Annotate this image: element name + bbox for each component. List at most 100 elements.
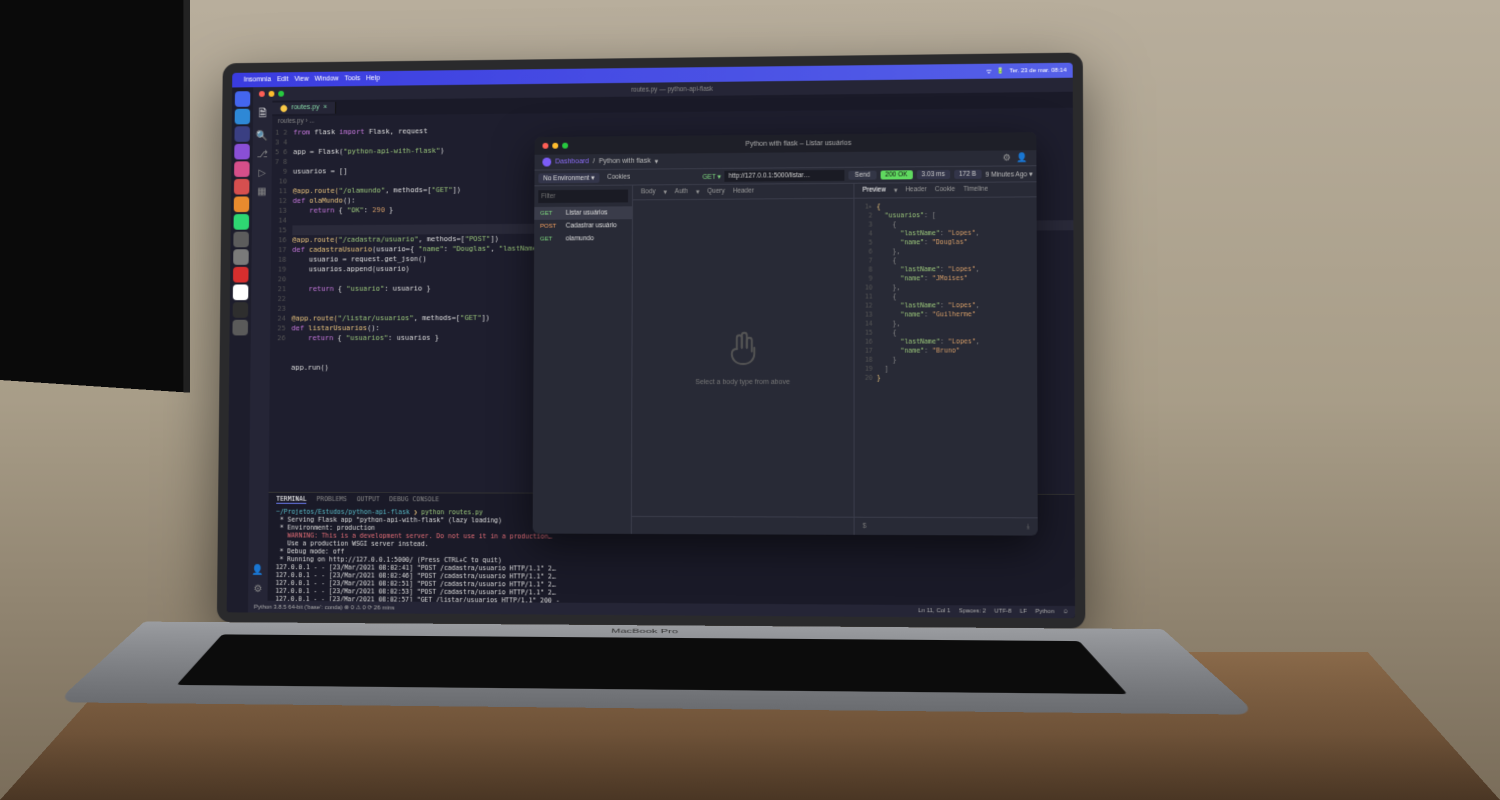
dock-app3[interactable] — [234, 126, 250, 142]
response-footer: $ ⤓ — [855, 517, 1038, 536]
request-label: Cadastrar usuário — [566, 222, 617, 229]
time-badge: 3.03 ms — [916, 170, 949, 179]
dock-app6[interactable] — [234, 179, 250, 195]
gear-icon[interactable]: ⚙ — [254, 584, 263, 595]
gear-icon[interactable]: ⚙ — [1003, 152, 1011, 163]
dock-app7[interactable] — [234, 196, 250, 212]
mb-tools[interactable]: Tools — [344, 75, 360, 82]
status-lang[interactable]: Python — [1035, 609, 1054, 615]
status-smile[interactable]: ☺ — [1063, 609, 1069, 615]
chevron-down-icon: ▾ — [664, 188, 667, 196]
dock-app11[interactable] — [233, 267, 249, 283]
wifi-icon[interactable]: ᯤ — [986, 67, 992, 75]
request-sidebar: GET Listar usuários POST Cadastrar usuár… — [533, 186, 633, 534]
prompt-icon[interactable]: $ — [863, 523, 867, 530]
method-tag: POST — [540, 223, 562, 229]
method-tag: GET — [540, 236, 562, 242]
chevron-down-icon[interactable]: ▾ — [655, 157, 659, 165]
dock-safari[interactable] — [235, 109, 251, 125]
tab-body[interactable]: Body — [641, 188, 656, 196]
dock-app13[interactable] — [233, 302, 249, 318]
download-icon[interactable]: ⤓ — [1027, 523, 1030, 531]
laptop-label: MacBook Pro — [611, 628, 678, 635]
extensions-icon[interactable]: ▦ — [257, 187, 266, 198]
status-eol[interactable]: LF — [1020, 609, 1027, 615]
request-label: olamundo — [566, 235, 594, 242]
tab-resp-header[interactable]: Header — [905, 186, 927, 194]
method-selector[interactable]: GET ▾ — [703, 172, 721, 180]
mb-help[interactable]: Help — [366, 75, 380, 82]
filter-input[interactable] — [538, 190, 628, 204]
chevron-down-icon: ▾ — [894, 186, 897, 194]
cookies-button[interactable]: Cookies — [607, 174, 630, 181]
request-listar-usuarios[interactable]: GET Listar usuários — [534, 206, 632, 220]
tab-timeline[interactable]: Timeline — [963, 186, 988, 194]
response-tabs: Preview ▾ Header Cookie Timeline — [854, 182, 1036, 198]
user-icon[interactable]: 👤 — [1017, 152, 1028, 163]
status-enc[interactable]: UTF-8 — [994, 609, 1011, 615]
status-ln[interactable]: Ln 11, Col 1 — [918, 608, 951, 614]
tab-output[interactable]: OUTPUT — [357, 495, 380, 504]
tab-auth[interactable]: Auth — [675, 188, 688, 196]
send-button[interactable]: Send — [849, 171, 876, 180]
explorer-icon[interactable]: 🗎 — [259, 107, 267, 124]
chevron-down-icon: ▾ — [696, 188, 699, 196]
mb-view[interactable]: View — [294, 76, 309, 83]
response-body[interactable]: 1▸ 2 3 4 5 6 7 8 9 10 11 12 13 14 15 16 … — [854, 197, 1037, 517]
response-panel: Preview ▾ Header Cookie Timeline 1▸ 2 3 4… — [854, 182, 1037, 535]
menubar-app-name[interactable]: Insomnia — [244, 76, 271, 83]
dock-spotify[interactable] — [234, 214, 250, 230]
env-selector[interactable]: No Environment ▾ — [538, 172, 599, 182]
tab-header[interactable]: Header — [733, 188, 754, 196]
search-icon[interactable]: 🔍 — [256, 131, 268, 142]
history-dropdown[interactable]: 9 Minutes Ago ▾ — [985, 170, 1032, 178]
request-olamundo[interactable]: GET olamundo — [534, 232, 632, 245]
status-left[interactable]: Python 3.8.5 64-bit ('base': conda) ⊗ 0 … — [254, 603, 395, 611]
crumb-dashboard[interactable]: Dashboard — [555, 158, 589, 165]
laptop: Insomnia Edit View Window Tools Help ᯤ 🔋… — [215, 51, 1179, 783]
mb-window[interactable]: Window — [315, 76, 339, 83]
tab-cookie[interactable]: Cookie — [935, 186, 955, 194]
dock-app5[interactable] — [234, 161, 250, 177]
crumb-workspace[interactable]: Python with flask — [599, 158, 651, 165]
close-icon[interactable] — [259, 91, 265, 97]
dock-finder[interactable] — [235, 91, 251, 107]
tab-terminal[interactable]: TERMINAL — [276, 495, 307, 504]
account-icon[interactable]: 👤 — [252, 565, 264, 576]
method-tag: GET — [540, 210, 562, 216]
status-spaces[interactable]: Spaces: 2 — [959, 608, 986, 614]
insomnia-logo-icon[interactable] — [542, 158, 551, 167]
debug-icon[interactable]: ▷ — [258, 168, 266, 179]
ins-maximize-icon[interactable] — [562, 143, 568, 149]
url-input[interactable] — [725, 170, 845, 182]
request-label: Listar usuários — [566, 209, 608, 216]
ins-minimize-icon[interactable] — [552, 143, 558, 149]
dock-app10[interactable] — [233, 249, 249, 265]
git-icon[interactable]: ⎇ — [257, 149, 268, 160]
hand-icon — [723, 329, 763, 371]
battery-icon[interactable]: 🔋 — [997, 68, 1005, 75]
mb-edit[interactable]: Edit — [277, 76, 289, 83]
request-cadastrar-usuario[interactable]: POST Cadastrar usuário — [534, 219, 632, 233]
menubar-clock[interactable]: Ter. 23 de mar. 08:14 — [1009, 67, 1066, 74]
placeholder-text: Select a body type from above — [695, 379, 790, 386]
dock-app4[interactable] — [234, 144, 250, 160]
dock-app9[interactable] — [233, 232, 249, 248]
tab-close-icon[interactable]: × — [323, 104, 327, 112]
tab-problems[interactable]: PROBLEMS — [316, 495, 347, 504]
maximize-icon[interactable] — [278, 91, 284, 97]
dock-app12[interactable] — [233, 284, 249, 300]
gutter-lines: 1 2 3 4 5 6 7 8 9 10 11 12 13 14 15 16 1… — [275, 129, 288, 342]
laptop-keyboard — [177, 634, 1128, 694]
tab-debug-console[interactable]: DEBUG CONSOLE — [389, 495, 439, 504]
tab-preview[interactable]: Preview — [862, 186, 885, 194]
insomnia-body: GET Listar usuários POST Cadastrar usuár… — [533, 182, 1038, 535]
ins-close-icon[interactable] — [542, 143, 548, 149]
dock-trash[interactable] — [232, 320, 248, 336]
resp-content: { "usuarios": [ { "lastName": "Lopes", "… — [877, 202, 981, 513]
minimize-icon[interactable] — [269, 91, 275, 97]
size-badge: 172 B — [954, 170, 981, 179]
tab-query[interactable]: Query — [707, 188, 725, 196]
resp-gutter: 1▸ 2 3 4 5 6 7 8 9 10 11 12 13 14 15 16 … — [858, 203, 876, 513]
tab-routes-py[interactable]: ⬤ routes.py × — [272, 102, 336, 114]
